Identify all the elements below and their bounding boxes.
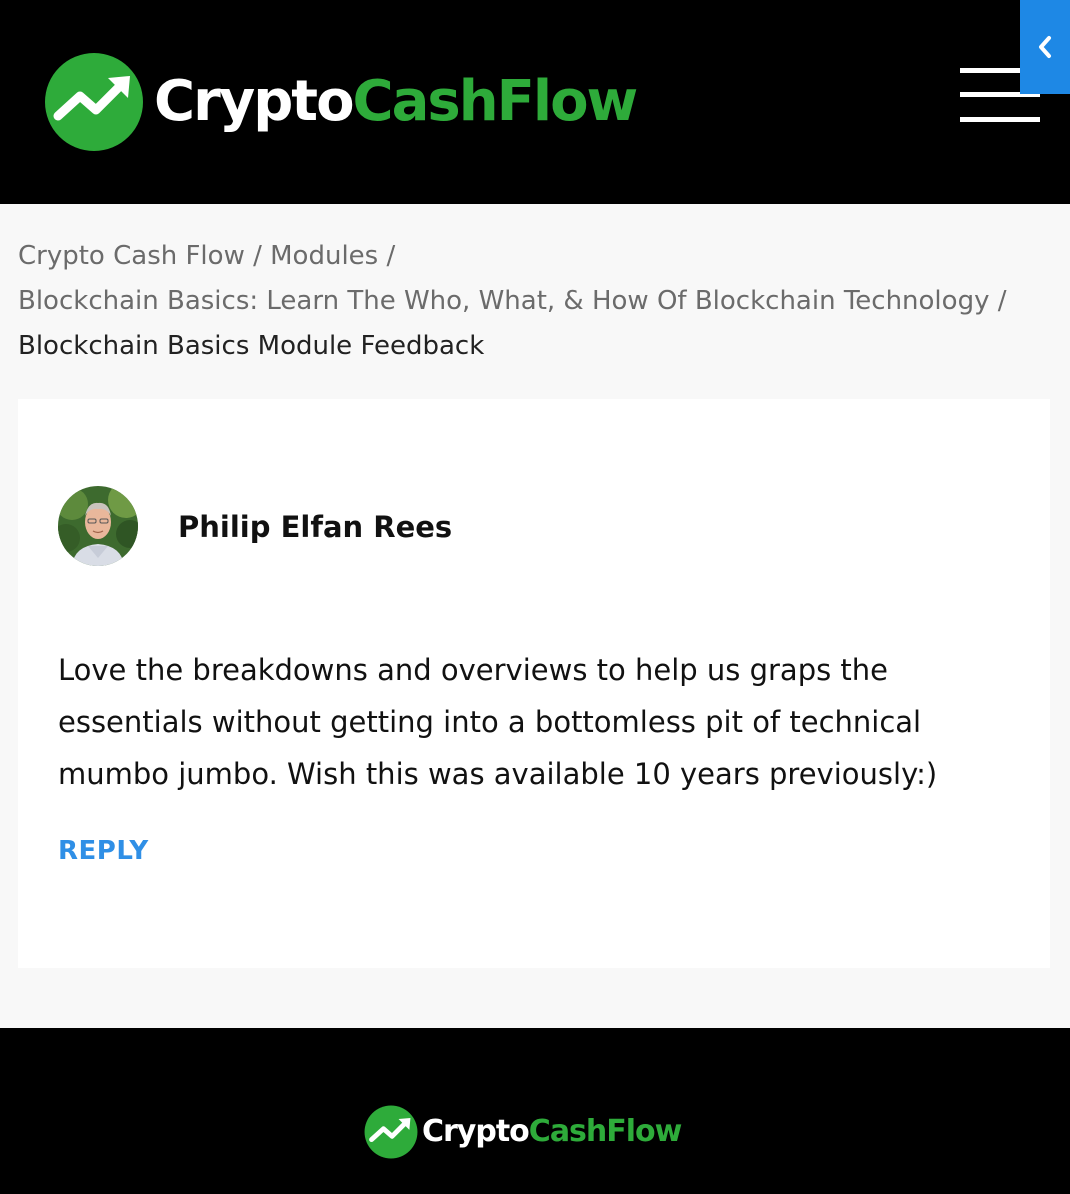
breadcrumb: Crypto Cash Flow / Modules / Blockchain … [18, 234, 1058, 369]
trending-up-circle-icon [364, 1105, 418, 1159]
comment-card: Philip Elfan Rees Love the breakdowns an… [18, 399, 1050, 968]
breadcrumb-link-modules[interactable]: Modules [270, 241, 378, 271]
breadcrumb-link-home[interactable]: Crypto Cash Flow [18, 241, 245, 271]
breadcrumb-separator: / [253, 241, 262, 271]
avatar [58, 486, 138, 566]
comment-text: Love the breakdowns and overviews to hel… [58, 653, 938, 791]
breadcrumb-separator: / [386, 241, 396, 271]
logo-text-cashflow: CashFlow [352, 69, 639, 134]
footer-logo-text-cashflow: CashFlow [528, 1114, 683, 1149]
site-logo[interactable]: CryptoCashFlow [44, 52, 638, 152]
menu-line [960, 117, 1040, 122]
avatar-image [58, 486, 138, 566]
footer-logo-text: CryptoCashFlow [422, 1114, 683, 1149]
site-footer: CryptoCashFlow [0, 1028, 1070, 1194]
logo-text-crypto: Crypto [154, 69, 355, 134]
side-panel-toggle[interactable] [1020, 0, 1070, 94]
footer-logo-text-crypto: Crypto [422, 1114, 530, 1149]
comment-author: Philip Elfan Rees [178, 510, 453, 544]
logo-text: CryptoCashFlow [154, 74, 638, 130]
breadcrumb-separator: / [997, 286, 1007, 316]
chevron-left-icon [1039, 36, 1051, 58]
reply-button[interactable]: REPLY [58, 836, 149, 866]
breadcrumb-link-module[interactable]: Blockchain Basics: Learn The Who, What, … [18, 286, 989, 316]
footer-logo[interactable]: CryptoCashFlow [364, 1105, 683, 1159]
breadcrumb-current: Blockchain Basics Module Feedback [18, 331, 485, 361]
trending-up-circle-icon [45, 53, 143, 151]
site-header: CryptoCashFlow [0, 0, 1070, 204]
